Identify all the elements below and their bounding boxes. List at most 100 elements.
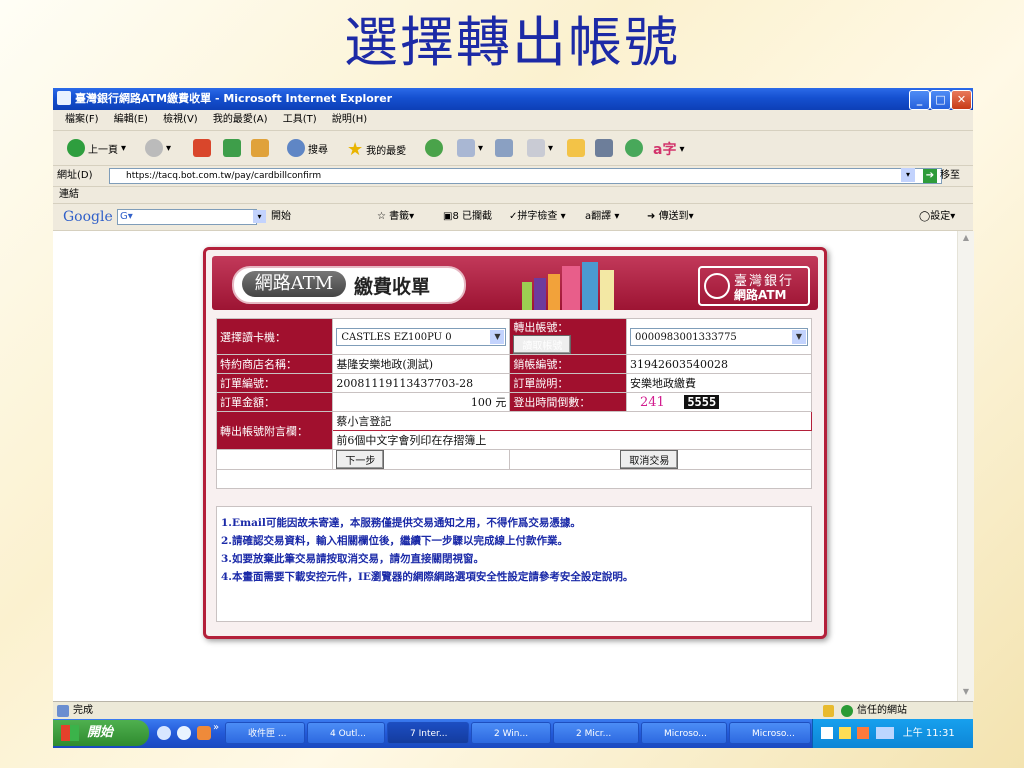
google-settings-button[interactable]: ◯設定▾ [919, 204, 955, 230]
history-button[interactable] [425, 139, 443, 157]
menu-help[interactable]: 說明(H) [332, 114, 367, 125]
page-icon [57, 705, 69, 717]
logout-countdown-value: 241 [640, 394, 665, 410]
menu-favorites[interactable]: 我的最愛(A) [213, 114, 268, 125]
task-word[interactable]: 2 Micr... [553, 722, 639, 744]
tray-outlook-icon[interactable] [857, 727, 870, 739]
task-excel[interactable]: Microso... [641, 722, 727, 744]
go-button[interactable]: ➔ 移至 [923, 166, 960, 186]
translate-tool-button[interactable]: a字 ▾ [653, 139, 684, 159]
order-number-label: 訂單編號： [215, 373, 334, 393]
links-label[interactable]: 連結 [59, 189, 79, 200]
home-button[interactable] [251, 139, 269, 157]
task-powerpoint[interactable]: Microso... [729, 722, 811, 744]
quicklaunch-more-icon[interactable]: » [213, 722, 219, 733]
google-start-button[interactable]: 開始 [271, 204, 291, 230]
edit-button[interactable]: ▾ [527, 139, 553, 157]
go-arrow-icon: ➔ [923, 169, 937, 183]
refresh-button[interactable] [223, 139, 241, 157]
ie-icon [57, 91, 71, 105]
google-search-input[interactable]: G▾ [117, 209, 257, 225]
send-to-button[interactable]: ➜ 傳送到▾ [647, 204, 694, 230]
address-input[interactable]: https://tacq.bot.com.tw/pay/cardbillconf… [109, 168, 942, 184]
page-content: 網路ATM 繳費收單 臺灣銀行 網路ATM 選擇讀卡機： CASTLES EZ1… [53, 231, 957, 701]
verification-code-badge: 5555 [684, 394, 720, 409]
next-step-button[interactable]: 下一步 [336, 450, 385, 469]
lock-icon [823, 705, 834, 717]
clock: 上午 11:31 [902, 728, 955, 739]
close-button[interactable]: ✕ [951, 90, 972, 110]
menu-tools[interactable]: 工具(T) [283, 114, 317, 125]
order-description-value: 安樂地政繳費 [626, 373, 812, 393]
messenger-icon [625, 139, 643, 157]
merchant-label: 特約商店名稱： [215, 354, 334, 374]
task-internet-explorer[interactable]: 7 Inter... [387, 722, 469, 744]
bank-seal-icon [704, 273, 730, 299]
scroll-up-icon[interactable]: ▲ [960, 233, 972, 245]
memo-input[interactable]: 蔡小言登記 [332, 411, 812, 431]
read-account-button[interactable]: 讀取帳號 [513, 335, 572, 354]
mail-button[interactable]: ▾ [457, 139, 483, 157]
order-amount-label: 訂單金額： [215, 392, 334, 412]
messenger-button[interactable] [625, 139, 643, 157]
google-search-dropdown-icon[interactable]: ▾ [253, 210, 266, 223]
note-item: 1.Email可能因故未寄達，本服務僅提供交易通知之用，不得作爲交易憑據。 [221, 517, 581, 529]
spellcheck-button[interactable]: ✓拼字檢查 ▾ [509, 204, 566, 230]
dropdown-arrow-icon: ▼ [792, 329, 806, 344]
maximize-button[interactable]: □ [930, 90, 951, 110]
standard-toolbar: 上一頁 ▾ ▾ 搜尋 ★ 我的最愛 ▾ ▾ a字 ▾ [53, 131, 973, 166]
order-number-value: 20081119113437703-28 [332, 373, 511, 393]
address-dropdown-icon[interactable]: ▾ [901, 168, 915, 182]
print-button[interactable] [495, 139, 513, 157]
check-icon [841, 705, 853, 717]
refresh-icon [223, 139, 241, 157]
note-item: 2.請確認交易資料，輸入相關欄位後，繼續下一步驟以完成線上付款作業。 [221, 535, 568, 547]
popup-blocked-button[interactable]: ▣8 已攔截 [443, 204, 492, 230]
quicklaunch-media-icon[interactable] [177, 726, 191, 740]
tray-network-icon[interactable] [839, 727, 852, 739]
quicklaunch-outlook-icon[interactable] [197, 726, 211, 740]
search-button[interactable]: 搜尋 [287, 139, 328, 157]
stop-button[interactable] [193, 139, 211, 157]
bank-logo: 臺灣銀行 網路ATM [698, 266, 810, 306]
cancel-transaction-button[interactable]: 取消交易 [620, 450, 679, 469]
back-arrow-icon [67, 139, 85, 157]
google-logo: Google [63, 209, 113, 225]
window-titlebar[interactable]: 臺灣銀行網路ATM繳費收單 - Microsoft Internet Explo… [53, 88, 973, 110]
vertical-scrollbar[interactable]: ▲ ▼ [957, 231, 974, 701]
menu-bar: 檔案(F) 編輯(E) 檢視(V) 我的最愛(A) 工具(T) 說明(H) [53, 110, 973, 131]
note-item: 4.本畫面需要下載安控元件，IE瀏覽器的網際網路選項安全性設定請參考安全設定說明… [221, 571, 634, 583]
research-button[interactable] [595, 139, 613, 157]
tray-app-icon[interactable] [821, 727, 833, 739]
tray-speaker-icon[interactable] [875, 727, 894, 739]
account-label: 轉出帳號： [513, 321, 569, 334]
address-bar: 網址(D) https://tacq.bot.com.tw/pay/cardbi… [53, 166, 973, 187]
account-select[interactable]: 0000983001333775 ▼ [630, 327, 808, 346]
network-atm-logo: 網路ATM 繳費收單 [232, 266, 466, 304]
bookmarks-button[interactable]: ☆ 書籤▾ [377, 204, 414, 230]
quicklaunch-ie-icon[interactable] [157, 726, 171, 740]
back-button[interactable]: 上一頁 ▾ [67, 139, 126, 157]
task-windows-explorer[interactable]: 2 Win... [471, 722, 551, 744]
menu-view[interactable]: 檢視(V) [163, 114, 198, 125]
sale-account-value: 31942603540028 [626, 354, 812, 374]
history-icon [425, 139, 443, 157]
menu-file[interactable]: 檔案(F) [65, 114, 99, 125]
folder-button[interactable] [567, 139, 585, 157]
menu-edit[interactable]: 編輯(E) [114, 114, 148, 125]
security-zone: 信任的網站 [857, 705, 907, 716]
sale-account-label: 銷帳編號： [509, 354, 627, 374]
task-outlook[interactable]: 4 Outl... [307, 722, 385, 744]
task-inbox[interactable]: 收件匣 ... [225, 722, 305, 744]
stop-icon [193, 139, 211, 157]
payment-receipt-panel: 網路ATM 繳費收單 臺灣銀行 網路ATM 選擇讀卡機： CASTLES EZ1… [203, 247, 827, 639]
memo-hint: 前6個中文字會列印在存摺簿上 [332, 430, 812, 450]
forward-arrow-icon [145, 139, 163, 157]
taskbar: 開始 » 收件匣 ... 4 Outl... 7 Inter... 2 Win.… [53, 719, 973, 748]
card-reader-select[interactable]: CASTLES EZ100PU 0 ▼ [336, 327, 507, 346]
scroll-down-icon[interactable]: ▼ [960, 687, 972, 699]
forward-button[interactable]: ▾ [145, 139, 171, 157]
favorites-button[interactable]: ★ 我的最愛 [347, 139, 406, 160]
google-translate-button[interactable]: a翻譯 ▾ [585, 204, 619, 230]
minimize-button[interactable]: _ [909, 90, 930, 110]
